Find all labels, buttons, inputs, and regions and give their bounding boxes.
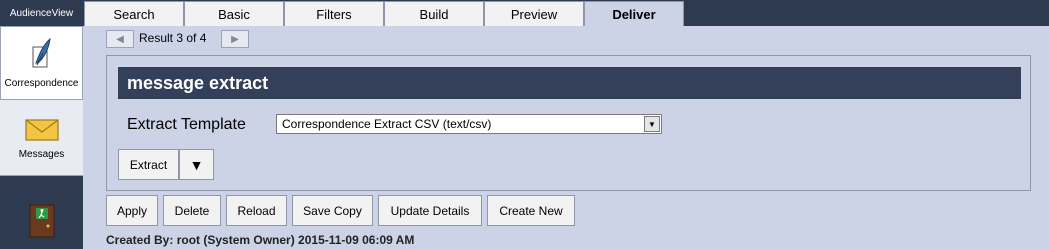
tab-basic[interactable]: Basic (184, 1, 284, 26)
update-details-button[interactable]: Update Details (378, 195, 482, 226)
next-result-button[interactable]: ▶ (221, 30, 249, 48)
triangle-right-icon: ▶ (231, 33, 239, 45)
sidebar-item-messages[interactable]: Messages (0, 100, 83, 176)
tab-filters[interactable]: Filters (284, 1, 384, 26)
sidebar-item-label: Correspondence (4, 78, 79, 89)
previous-result-button[interactable]: ◀ (106, 30, 134, 48)
created-by-text: Created By: root (System Owner) 2015-11-… (106, 233, 415, 247)
extract-options-button[interactable]: ▼ (179, 149, 214, 180)
extract-button[interactable]: Extract (118, 149, 179, 180)
extract-panel: message extract Extract Template Corresp… (106, 55, 1031, 191)
reload-button[interactable]: Reload (226, 195, 287, 226)
apply-button[interactable]: Apply (106, 195, 158, 226)
quill-icon (31, 37, 53, 74)
exit-door-icon (29, 204, 55, 241)
sidebar-item-label: Messages (18, 149, 65, 160)
result-counter: Result 3 of 4 (139, 31, 207, 45)
extract-template-select[interactable]: Correspondence Extract CSV (text/csv) ▼ (276, 114, 662, 134)
tab-build[interactable]: Build (384, 1, 484, 26)
sidebar-item-exit[interactable] (0, 176, 83, 249)
panel-title: message extract (118, 67, 1021, 99)
extract-template-label: Extract Template (127, 116, 246, 133)
envelope-icon (24, 118, 59, 145)
create-new-button[interactable]: Create New (487, 195, 575, 226)
caret-down-icon: ▼ (189, 156, 204, 173)
triangle-left-icon: ◀ (116, 33, 124, 45)
delete-button[interactable]: Delete (163, 195, 221, 226)
tab-deliver[interactable]: Deliver (584, 1, 684, 26)
tab-preview[interactable]: Preview (484, 1, 584, 26)
sidebar-item-correspondence[interactable]: Correspondence (0, 26, 83, 100)
chevron-down-icon[interactable]: ▼ (644, 116, 660, 132)
save-copy-button[interactable]: Save Copy (292, 195, 373, 226)
app-brand: AudienceView (9, 7, 74, 19)
select-value: Correspondence Extract CSV (text/csv) (282, 117, 492, 131)
tab-search[interactable]: Search (84, 1, 184, 26)
